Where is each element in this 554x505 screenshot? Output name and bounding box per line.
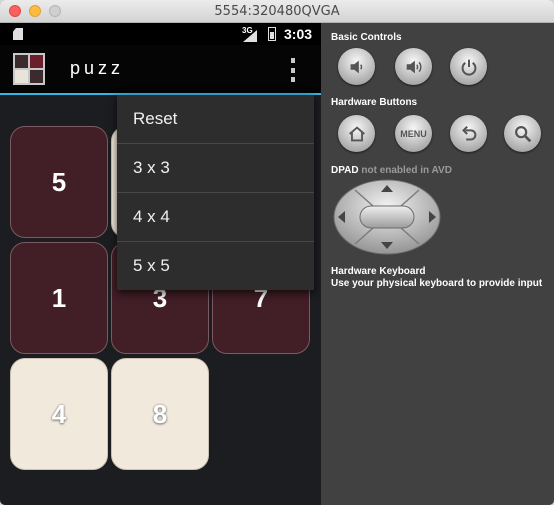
power-button[interactable] <box>450 48 487 85</box>
keyboard-note: Use your physical keyboard to provide in… <box>331 278 543 289</box>
search-icon <box>514 125 531 142</box>
basic-controls-heading: Basic Controls <box>331 32 402 43</box>
puzzle-tile[interactable]: 4 <box>10 358 108 470</box>
volume-up-icon <box>406 60 421 73</box>
menu-item-5x5[interactable]: 5 x 5 <box>117 242 314 290</box>
back-button[interactable] <box>450 115 487 152</box>
keyboard-heading: Hardware Keyboard <box>331 266 426 277</box>
menu-item-3x3[interactable]: 3 x 3 <box>117 144 314 193</box>
tile-label: 4 <box>51 398 67 429</box>
power-icon <box>461 59 476 76</box>
dpad-heading: DPAD not enabled in AVD <box>331 165 452 176</box>
home-icon <box>348 125 365 141</box>
volume-up-button[interactable] <box>395 48 432 85</box>
action-bar: puzz <box>0 45 321 95</box>
back-icon <box>461 125 476 141</box>
app-title: puzz <box>70 58 125 78</box>
window-titlebar: 5554:320480QVGA <box>0 0 554 23</box>
dpad-label: DPAD <box>331 165 359 176</box>
volume-down-icon <box>350 60 362 73</box>
tile-label: 8 <box>152 398 168 429</box>
menu-item-reset[interactable]: Reset <box>117 95 314 144</box>
device-screen[interactable]: 3G 3:03 puzz 5 1 3 7 4 8 Reset 3 x 3 4 x… <box>0 23 321 505</box>
menu-button-label: MENU <box>400 128 427 139</box>
dpad-control[interactable] <box>333 179 441 255</box>
puzzle-tile[interactable]: 8 <box>111 358 209 470</box>
status-bar: 3G 3:03 <box>0 23 321 45</box>
status-time: 3:03 <box>284 26 313 42</box>
hardware-keyboard-info: Hardware Keyboard Use your physical keyb… <box>331 266 542 290</box>
puzzle-tile[interactable]: 5 <box>10 126 108 238</box>
home-button[interactable] <box>338 115 375 152</box>
tile-label: 1 <box>51 282 67 313</box>
overflow-menu: Reset 3 x 3 4 x 4 5 x 5 <box>117 95 314 290</box>
menu-button[interactable]: MENU <box>395 115 432 152</box>
overflow-menu-icon[interactable] <box>289 58 297 82</box>
emulator-controls-panel: Basic Controls Hardware Buttons MENU DPA… <box>321 23 554 505</box>
battery-icon <box>268 27 276 41</box>
puzzle-tile[interactable]: 1 <box>10 242 108 354</box>
dpad-note: not enabled in AVD <box>361 165 452 176</box>
volume-down-button[interactable] <box>338 48 375 85</box>
window-title: 5554:320480QVGA <box>214 4 340 19</box>
tile-label: 5 <box>51 166 67 197</box>
network-type: 3G <box>242 26 253 35</box>
search-button[interactable] <box>504 115 541 152</box>
app-icon[interactable] <box>13 53 45 85</box>
sd-card-icon <box>13 28 23 40</box>
menu-item-4x4[interactable]: 4 x 4 <box>117 193 314 242</box>
hardware-buttons-heading: Hardware Buttons <box>331 97 418 108</box>
emulator-window: 5554:320480QVGA 3G 3:03 puzz 5 1 3 7 4 8… <box>0 0 554 505</box>
